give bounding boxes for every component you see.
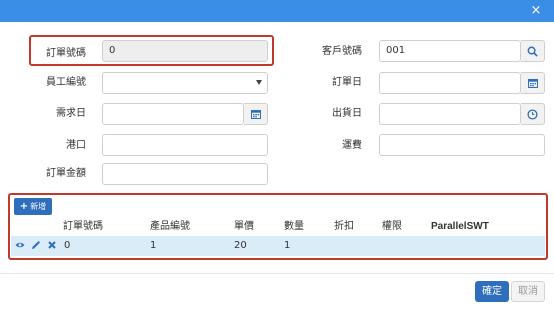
cell-quantity: 1 xyxy=(284,240,291,251)
freight-field[interactable] xyxy=(379,134,545,156)
search-icon xyxy=(527,46,538,57)
footer-divider xyxy=(0,273,554,274)
eye-icon[interactable] xyxy=(15,240,25,252)
required-date-picker-button[interactable] xyxy=(244,103,268,125)
pencil-icon[interactable] xyxy=(31,240,41,252)
order-date-picker-button[interactable] xyxy=(521,72,545,94)
order-amount-field[interactable] xyxy=(102,163,268,185)
freight-label: 運費 xyxy=(342,140,362,151)
column-header: 單價 xyxy=(234,221,254,232)
port-label: 港口 xyxy=(66,140,86,151)
shipped-date-field[interactable] xyxy=(379,103,521,125)
order-no-label: 訂單號碼 xyxy=(46,48,86,59)
column-header: 訂單號碼 xyxy=(63,221,103,232)
cell-order-no: 0 xyxy=(64,240,71,251)
x-icon[interactable] xyxy=(47,240,57,252)
port-field[interactable] xyxy=(102,134,268,156)
modal-header: × xyxy=(0,0,554,22)
cell-unit-price: 20 xyxy=(234,240,247,251)
column-header: 數量 xyxy=(284,221,304,232)
shipped-date-label: 出貨日 xyxy=(332,108,362,119)
employee-no-select[interactable] xyxy=(102,72,268,94)
customer-no-label: 客戶號碼 xyxy=(322,46,362,57)
employee-no-label: 員工編號 xyxy=(46,77,86,88)
calendar-icon xyxy=(527,79,538,88)
plus-icon: + xyxy=(19,201,29,212)
customer-no-field[interactable]: 001 xyxy=(379,40,521,62)
close-icon[interactable]: × xyxy=(530,4,542,17)
order-amount-label: 訂單金額 xyxy=(46,168,86,179)
required-date-label: 需求日 xyxy=(56,108,86,119)
order-date-field[interactable] xyxy=(379,72,521,94)
order-no-field[interactable]: 0 xyxy=(102,40,268,62)
column-header: 產品編號 xyxy=(150,221,190,232)
search-button[interactable] xyxy=(521,40,545,62)
column-header: 權限 xyxy=(382,221,402,232)
required-date-field[interactable] xyxy=(102,103,244,125)
confirm-button[interactable]: 確定 xyxy=(475,281,509,302)
clock-icon xyxy=(527,108,538,120)
table-row[interactable] xyxy=(11,236,545,256)
chevron-down-icon xyxy=(256,80,262,85)
order-date-label: 訂單日 xyxy=(332,77,362,88)
column-header: ParallelSWT xyxy=(431,221,489,232)
column-header: 折扣 xyxy=(334,221,354,232)
cancel-button[interactable]: 取消 xyxy=(511,281,545,302)
add-detail-button[interactable]: + 新增 xyxy=(14,198,52,215)
cell-product-no: 1 xyxy=(150,240,157,251)
shipped-time-picker-button[interactable] xyxy=(521,103,545,125)
calendar-icon xyxy=(250,110,261,119)
add-detail-label: 新增 xyxy=(30,202,47,211)
